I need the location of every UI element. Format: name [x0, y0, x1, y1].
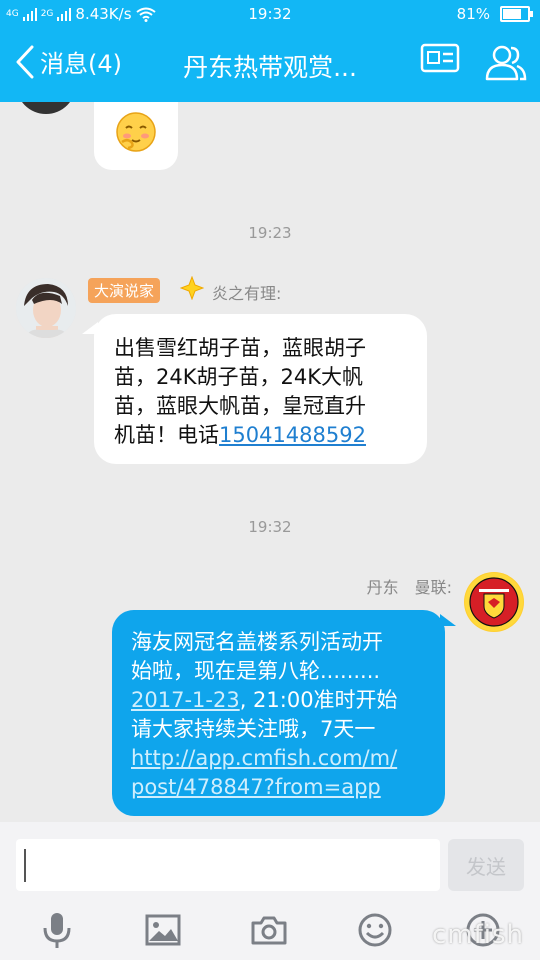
emoji-bubble[interactable] — [94, 102, 178, 170]
message-1-line-3: 苗，蓝眼大帆苗，皇冠直升 — [114, 394, 366, 418]
url-link-part-1[interactable]: http://app.cmfish.com/m/ — [131, 744, 436, 773]
message-text-1: 出售雪红胡子苗，蓝眼胡子 苗，24K胡子苗，24K大帆 苗，蓝眼大帆苗，皇冠直升… — [114, 334, 414, 450]
sender-name-1: 炎之有理: — [212, 284, 282, 303]
microphone-icon — [43, 913, 71, 948]
avatar-sender-1[interactable] — [16, 278, 76, 338]
message-2-line-3-text: , 21:00准时开始 — [239, 688, 398, 712]
message-1-line-4-text: 机苗！电话 — [114, 423, 219, 447]
group-members-button[interactable] — [484, 42, 528, 86]
phone-link[interactable]: 15041488592 — [219, 423, 366, 447]
message-2-line-1: 海友网冠名盖楼系列活动开 — [131, 630, 383, 654]
input-bar: 发送 cmfish — [0, 822, 540, 960]
timestamp-2: 19:32 — [248, 518, 292, 536]
send-button[interactable]: 发送 — [448, 839, 524, 891]
message-1-line-2: 苗，24K胡子苗，24K大帆 — [114, 365, 363, 389]
avatar-sender-2[interactable] — [464, 572, 524, 632]
top-bar: 4G 2G 8.43K/s 19:32 81% 消息(4) 丹东热带观赏... — [0, 0, 540, 102]
image-icon — [145, 914, 181, 946]
status-bar: 4G 2G 8.43K/s 19:32 81% — [0, 0, 540, 28]
emoji-button[interactable] — [354, 910, 396, 950]
user-portrait-icon — [16, 278, 76, 338]
back-chevron-icon — [16, 45, 34, 78]
level-star-icon — [180, 276, 204, 300]
group-profile-button[interactable] — [420, 42, 460, 78]
chat-title: 丹东热带观赏... — [183, 53, 357, 82]
message-text-2: 海友网冠名盖楼系列活动开 始啦，现在是第八轮......... 2017-1-2… — [131, 628, 436, 802]
message-2-line-4: 请大家持续关注哦，7天一 — [131, 717, 376, 741]
avatar-previous[interactable] — [16, 102, 76, 114]
message-input[interactable] — [16, 839, 440, 891]
chat-area[interactable]: 19:23 大演说家 炎之有理: 出售雪红胡子苗，蓝眼胡子 苗，24K胡子苗，2… — [0, 102, 540, 822]
message-bubble-1[interactable]: 出售雪红胡子苗，蓝眼胡子 苗，24K胡子苗，24K大帆 苗，蓝眼大帆苗，皇冠直升… — [94, 314, 427, 464]
url-link-part-2[interactable]: post/478847?from=app — [131, 773, 436, 802]
message-1-line-4: 机苗！电话15041488592 — [114, 421, 414, 450]
people-icon — [485, 45, 527, 81]
emoji-shy-icon — [116, 112, 156, 152]
member-title-badge: 大演说家 — [88, 278, 161, 303]
image-button[interactable] — [142, 910, 184, 950]
camera-icon — [251, 916, 287, 945]
watermark: cmfish — [431, 920, 524, 950]
message-bubble-2[interactable]: 海友网冠名盖楼系列活动开 始啦，现在是第八轮......... 2017-1-2… — [112, 610, 445, 816]
battery-fill — [503, 9, 521, 19]
nav-bar: 消息(4) 丹东热带观赏... — [0, 28, 540, 102]
battery-icon — [500, 6, 533, 22]
camera-button[interactable] — [248, 910, 290, 950]
status-right: 81% — [456, 5, 533, 23]
message-1-line-1: 出售雪红胡子苗，蓝眼胡子 — [114, 336, 366, 360]
message-2-line-3: 2017-1-23, 21:00准时开始 — [131, 686, 436, 715]
text-cursor — [24, 849, 26, 882]
sender-name-2: 丹东 曼联: — [366, 578, 452, 597]
back-label: 消息(4) — [40, 50, 122, 78]
club-crest-icon — [465, 573, 523, 631]
smiley-icon — [358, 913, 392, 947]
timestamp-1: 19:23 — [248, 224, 292, 242]
message-2-line-2: 始啦，现在是第八轮......... — [131, 659, 381, 683]
back-button[interactable]: 消息(4) — [14, 44, 122, 79]
id-card-icon — [420, 43, 460, 73]
date-link[interactable]: 2017-1-23 — [131, 688, 240, 712]
battery-percent: 81% — [456, 5, 490, 23]
voice-button[interactable] — [36, 910, 78, 950]
